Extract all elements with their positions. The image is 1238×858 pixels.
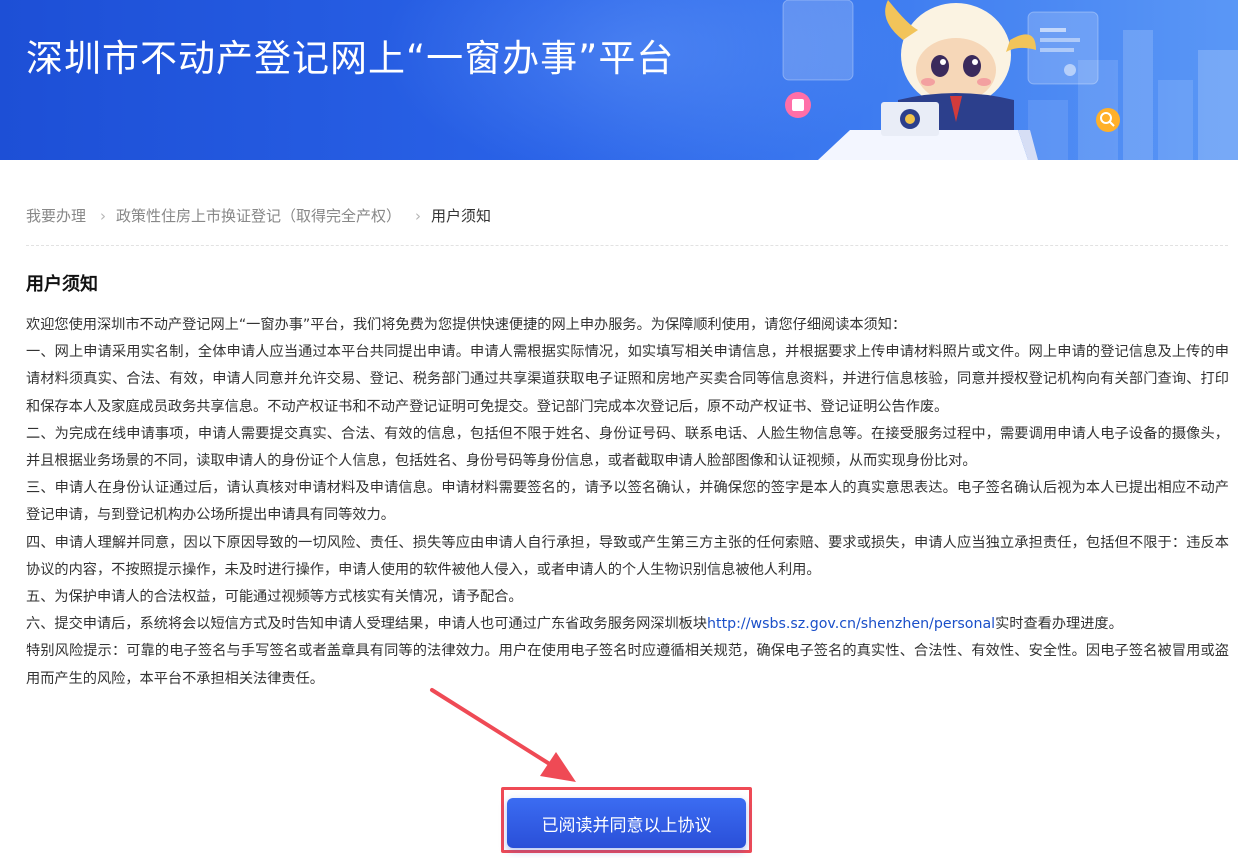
chevron-right-icon: › [415, 206, 422, 225]
notice-content: 欢迎您使用深圳市不动产登记网上“一窗办事”平台，我们将免费为您提供快速便捷的网上… [26, 312, 1229, 693]
notice-item-2: 二、为完成在线申请事项，申请人需要提交真实、合法、有效的信息，包括但不限于姓名、… [26, 425, 1229, 470]
notice-item-6-prefix: 六、提交申请后，系统将会以短信方式及时告知申请人受理结果，申请人也可通过广东省政… [26, 616, 708, 633]
cityscape-illustration [782, 0, 1238, 160]
chevron-right-icon: › [100, 206, 107, 225]
breadcrumb-item-service[interactable]: 政策性住房上市换证登记（取得完全产权） [116, 207, 401, 225]
header-banner: 深圳市不动产登记网上“一窗办事”平台 [0, 0, 1238, 160]
notice-intro: 欢迎您使用深圳市不动产登记网上“一窗办事”平台，我们将免费为您提供快速便捷的网上… [26, 317, 907, 333]
progress-link[interactable]: http://wsbs.sz.gov.cn/shenzhen/personal [707, 616, 995, 632]
breadcrumb: 我要办理 › 政策性住房上市换证登记（取得完全产权） › 用户须知 [26, 205, 491, 226]
notice-item-5: 五、为保护申请人的合法权益，可能通过视频等方式核实有关情况，请予配合。 [26, 589, 523, 606]
notice-heading: 用户须知 [26, 274, 98, 295]
notice-item-3: 三、申请人在身份认证通过后，请认真核对申请材料及申请信息。申请材料需要签名的，请… [26, 480, 1229, 524]
notice-item-1: 一、网上申请采用实名制，全体申请人应当通过本平台共同提出申请。申请人需根据实际情… [26, 344, 1229, 415]
notice-item-4: 四、申请人理解并同意，因以下原因导致的一切风险、责任、损失等应由申请人自行承担，… [26, 534, 1229, 578]
agree-button[interactable]: 已阅读并同意以上协议 [507, 798, 746, 848]
notice-item-6-suffix: 实时查看办理进度。 [995, 616, 1123, 633]
platform-title: 深圳市不动产登记网上“一窗办事”平台 [26, 37, 675, 80]
breadcrumb-divider [26, 245, 1228, 246]
breadcrumb-item-current: 用户须知 [431, 207, 492, 225]
notice-item-6: 六、提交申请后，系统将会以短信方式及时告知申请人受理结果，申请人也可通过广东省政… [26, 611, 1229, 638]
risk-notice: 特别风险提示：可靠的电子签名与手写签名或者盖章具有同等的法律效力。用户在使用电子… [26, 643, 1229, 687]
breadcrumb-item-handle[interactable]: 我要办理 [26, 207, 86, 225]
